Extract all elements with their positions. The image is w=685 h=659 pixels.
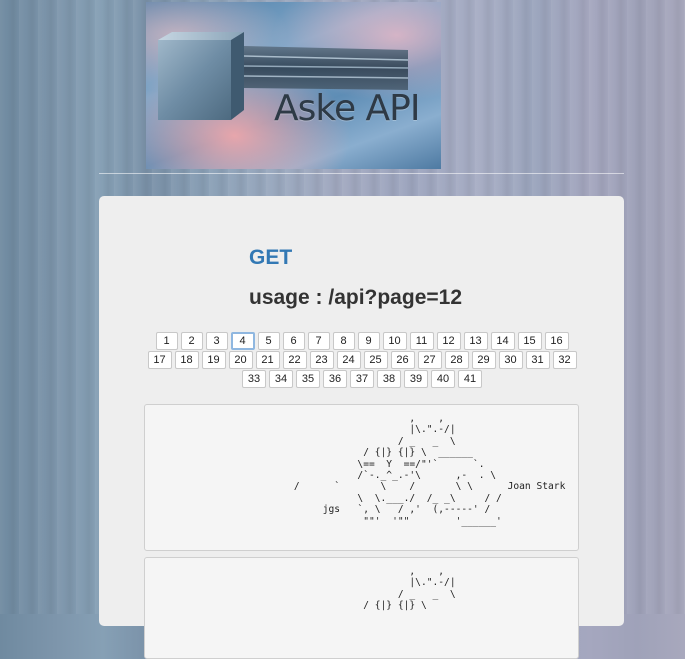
page-button-37[interactable]: 37: [350, 370, 374, 388]
logo-text: Aske API: [274, 88, 420, 129]
page-button-27[interactable]: 27: [417, 351, 442, 369]
ascii-art-entry: , , |\.".-/| / _ _ \ / {|} {|} \: [144, 557, 579, 659]
page-button-17[interactable]: 17: [147, 351, 172, 369]
page-button-36[interactable]: 36: [323, 370, 347, 388]
page-button-24[interactable]: 24: [336, 351, 361, 369]
ascii-art-entry: , , |\.".-/| / _ _ \ / {|} {|} \ ______ …: [144, 404, 579, 551]
page-button-26[interactable]: 26: [390, 351, 415, 369]
ascii-art: , , |\.".-/| / _ _ \ / {|} {|} \ ______ …: [293, 413, 566, 527]
page-button-15[interactable]: 15: [517, 332, 542, 350]
api-card: GET usage : /api?page=12 1 2 3 4 5 6 7 8 9 10 11 12…: [99, 196, 624, 659]
page-button-32[interactable]: 32: [552, 351, 577, 369]
page-button-40[interactable]: 40: [431, 370, 455, 388]
page-button-6[interactable]: 6: [282, 332, 305, 350]
page-button-18[interactable]: 18: [174, 351, 199, 369]
page-button-25[interactable]: 25: [363, 351, 388, 369]
page-button-5[interactable]: 5: [257, 332, 280, 350]
page-button-13[interactable]: 13: [463, 332, 488, 350]
page-button-39[interactable]: 39: [404, 370, 428, 388]
pagination: 1 2 3 4 5 6 7 8 9 10 11 12 13 14 15 16 17 18 19 20 21 22 23 24 2…: [147, 332, 577, 388]
page-button-30[interactable]: 30: [498, 351, 523, 369]
ice-cube-graphic: [158, 32, 409, 120]
page-button-35[interactable]: 35: [296, 370, 320, 388]
page-button-21[interactable]: 21: [255, 351, 280, 369]
page-button-33[interactable]: 33: [242, 370, 266, 388]
page-button-38[interactable]: 38: [377, 370, 401, 388]
page-button-8[interactable]: 8: [332, 332, 355, 350]
page-button-1[interactable]: 1: [155, 332, 178, 350]
header-divider: [99, 173, 624, 174]
site-logo[interactable]: Aske API: [146, 2, 441, 169]
page-button-2[interactable]: 2: [180, 332, 203, 350]
page-button-9[interactable]: 9: [357, 332, 380, 350]
page-button-10[interactable]: 10: [382, 332, 407, 350]
page-button-34[interactable]: 34: [269, 370, 293, 388]
page-button-16[interactable]: 16: [544, 332, 569, 350]
page-button-41[interactable]: 41: [458, 370, 482, 388]
page-button-20[interactable]: 20: [228, 351, 253, 369]
page-button-23[interactable]: 23: [309, 351, 334, 369]
page-button-31[interactable]: 31: [525, 351, 550, 369]
page-button-28[interactable]: 28: [444, 351, 469, 369]
page-button-19[interactable]: 19: [201, 351, 226, 369]
page-button-22[interactable]: 22: [282, 351, 307, 369]
ascii-art: , , |\.".-/| / _ _ \ / {|} {|} \: [363, 566, 456, 612]
page-button-4[interactable]: 4: [230, 332, 255, 350]
page-button-7[interactable]: 7: [307, 332, 330, 350]
usage-text: usage : /api?page=12: [249, 286, 462, 309]
page-button-12[interactable]: 12: [436, 332, 461, 350]
page-button-3[interactable]: 3: [205, 332, 228, 350]
page-button-14[interactable]: 14: [490, 332, 515, 350]
http-method: GET: [249, 246, 293, 269]
page-button-11[interactable]: 11: [409, 332, 434, 350]
page-button-29[interactable]: 29: [471, 351, 496, 369]
